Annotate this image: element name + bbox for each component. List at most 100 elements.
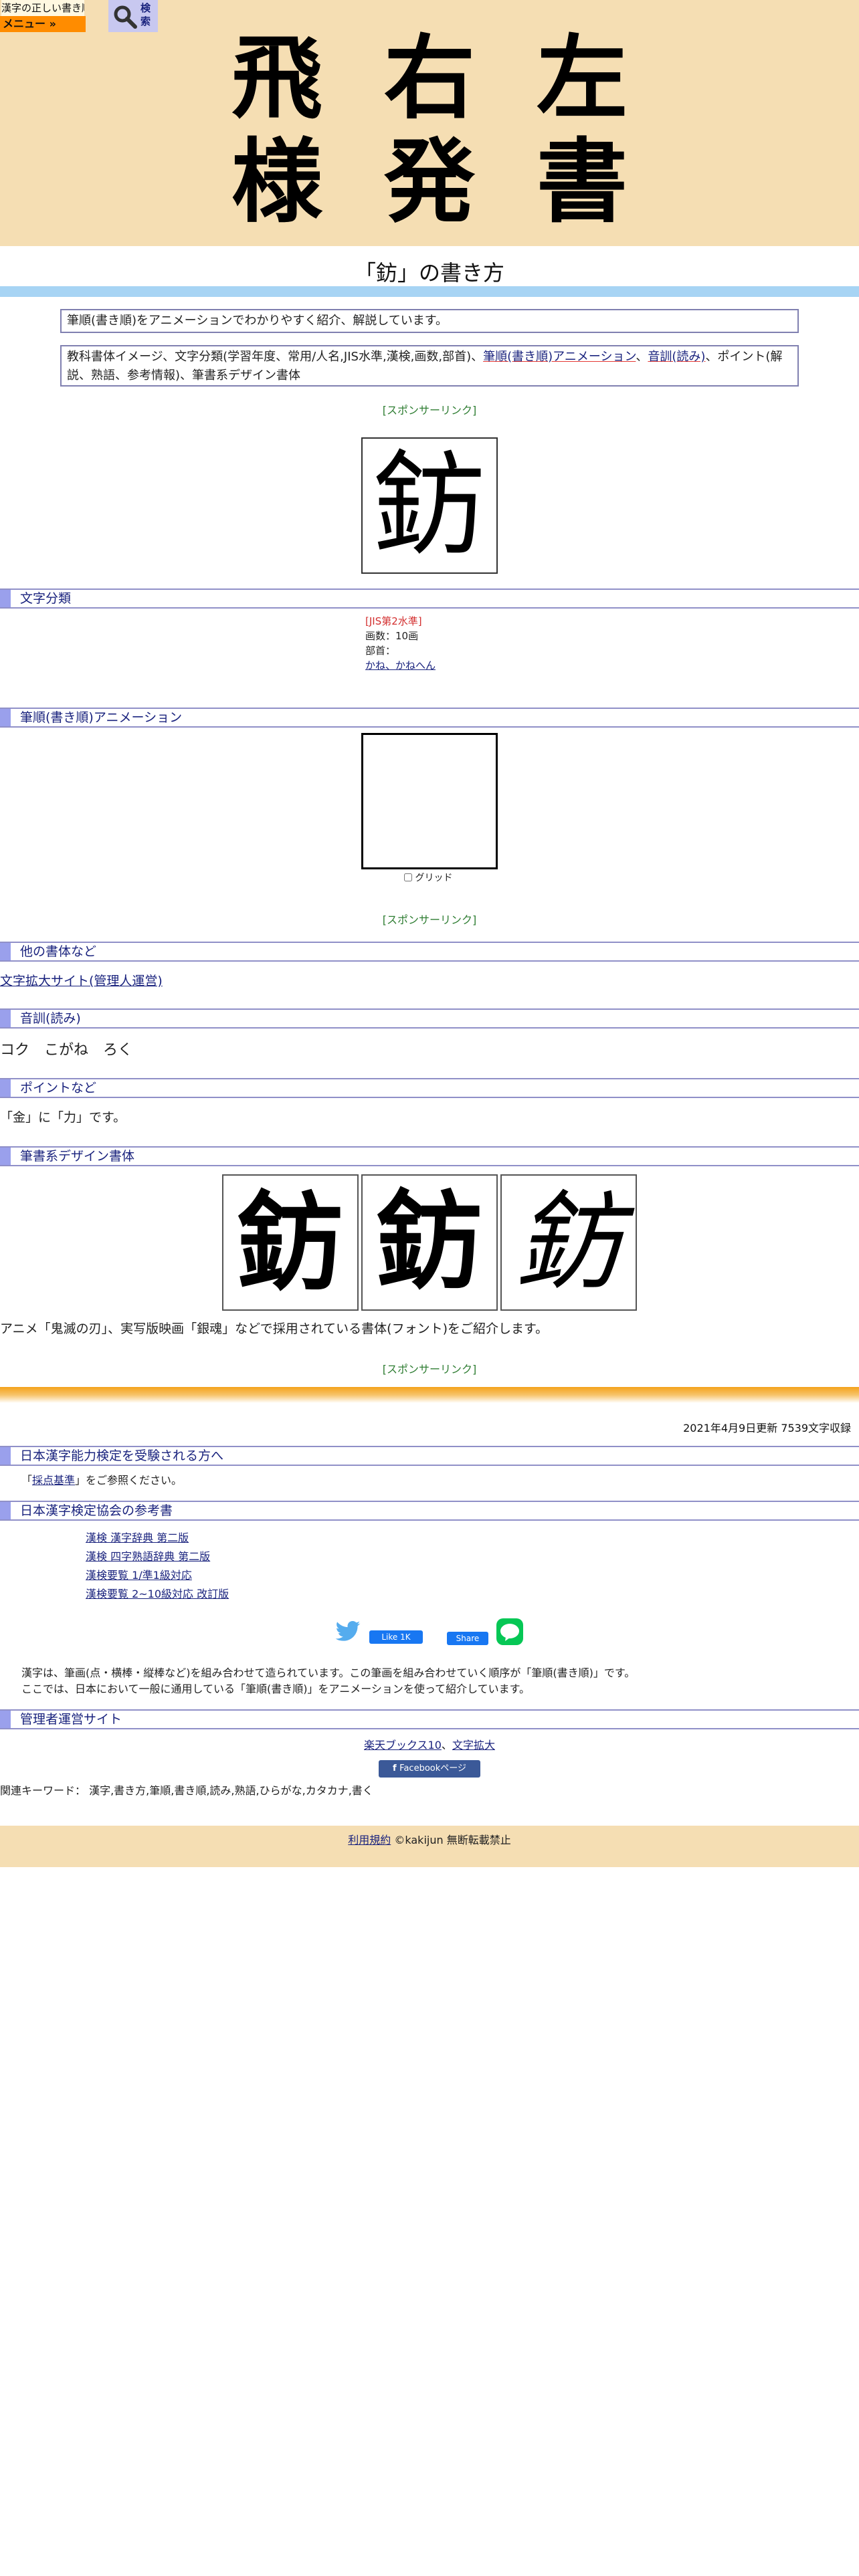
related-keywords: 関連キーワード： 漢字,書き方,筆順,書き順,読み,熟語,ひらがな,カタカナ,書…: [0, 1784, 373, 1797]
classification-info: [JIS第2水準] 画数：10画 部首： かね、かねへん: [365, 614, 436, 673]
reading-link[interactable]: 音訓(読み): [648, 350, 705, 364]
section-title: 筆順(書き順)アニメーション: [20, 710, 183, 725]
section-heading-animation: 筆順(書き順)アニメーション: [0, 708, 859, 728]
stroke-animation-canvas[interactable]: [361, 733, 498, 869]
section-title: 文字分類: [20, 591, 72, 606]
radical-label: 部首：: [365, 645, 396, 657]
hero-char: 左: [537, 25, 628, 132]
search-icon: [114, 5, 137, 29]
grid-label: グリッド: [415, 873, 453, 883]
description-line: ここでは、日本において一般に通用している「筆順(書き順)」をアニメーションを使っ…: [21, 1683, 531, 1695]
line-icon[interactable]: [496, 1618, 523, 1645]
section-marker: [0, 709, 11, 726]
rakuten-books-link[interactable]: 楽天ブックス10: [364, 1739, 442, 1751]
page-title: 「鈁」の書き方: [354, 260, 504, 286]
search-button[interactable]: 検索: [108, 0, 158, 32]
kanji-display: 鈁: [361, 437, 498, 574]
site-logo[interactable]: 漢字の正しい書き順(筆順) メニュー »: [0, 0, 86, 32]
grid-toggle[interactable]: グリッド: [404, 871, 452, 884]
hero-char: 発: [384, 128, 475, 235]
facebook-page-button[interactable]: f Facebookページ: [379, 1760, 480, 1778]
enlarge-site-link[interactable]: 文字拡大サイト(管理人運営): [0, 971, 163, 989]
section-marker: [0, 1010, 11, 1027]
section-marker: [0, 1447, 11, 1465]
kanken-reference: 「採点基準」をご参照ください。: [21, 1471, 182, 1487]
grid-checkbox[interactable]: [404, 873, 412, 881]
scoring-criteria-link[interactable]: 採点基準: [32, 1474, 75, 1487]
sponsor-label: [スポンサーリンク]: [382, 914, 477, 926]
footer: 利用規約 ©kakijun 無断転載禁止: [0, 1826, 859, 1867]
description-line: 漢字は、筆画(点・横棒・縦棒など)を組み合わせて造られています。この筆画を組み合…: [21, 1667, 636, 1679]
section-title: 日本漢字能力検定を受験される方へ: [20, 1448, 224, 1463]
search-label: 検索: [140, 2, 151, 27]
feature-text: 教科書体イメージ、文字分類(学習年度、常用/人名,JIS水準,漢検,画数,部首)…: [67, 350, 484, 364]
design-font-sample[interactable]: 鈁: [361, 1174, 498, 1311]
section-title: ポイントなど: [20, 1081, 97, 1095]
line-logo-icon: [500, 1624, 519, 1641]
hero-char: 書: [537, 128, 628, 235]
section-marker: [0, 1079, 11, 1097]
gradient-divider: [0, 1387, 859, 1403]
kanji-char: 鈁: [236, 1180, 344, 1305]
hero-char: 飛: [231, 25, 322, 132]
title-divider: [0, 286, 859, 297]
update-info: 2021年4月9日更新 7539文字収録: [683, 1422, 851, 1434]
radical-link[interactable]: かね、かねへん: [365, 659, 436, 671]
kanji-char: 鈁: [375, 1183, 483, 1302]
book-link[interactable]: 漢検 漢字辞典 第二版: [86, 1531, 189, 1544]
section-title: 音訓(読み): [20, 1011, 81, 1026]
section-heading-classification: 文字分類: [0, 588, 859, 609]
facebook-like-button[interactable]: Like 1K: [369, 1630, 423, 1644]
book-link[interactable]: 漢検要覧 1/準1級対応: [86, 1569, 192, 1582]
section-heading-design: 筆書系デザイン書体: [0, 1146, 859, 1166]
admin-links: 楽天ブックス10、文字拡大: [0, 1736, 859, 1752]
intro-box: 筆順(書き順)をアニメーションでわかりやすく紹介、解説しています。: [60, 309, 799, 333]
sponsor-label: [スポンサーリンク]: [382, 404, 477, 417]
copyright: ©kakijun 無断転載禁止: [394, 1834, 511, 1846]
kanji-char: 鈁: [514, 1180, 622, 1305]
section-title: 筆書系デザイン書体: [20, 1149, 135, 1164]
facebook-page-label: Facebookページ: [399, 1763, 466, 1774]
point-text: 「金」に「力」です。: [0, 1110, 126, 1125]
design-font-sample[interactable]: 鈁: [500, 1174, 637, 1311]
readings-text: コク こがね ろく: [0, 1042, 133, 1059]
section-heading-admin-sites: 管理者運営サイト: [0, 1709, 859, 1729]
book-link[interactable]: 漢検要覧 2~10級対応 改訂版: [86, 1588, 229, 1600]
stroke-order-link[interactable]: 筆順(書き順)アニメーション: [483, 350, 636, 364]
book-list: 漢検 漢字辞典 第二版 漢検 四字熟語辞典 第二版 漢検要覧 1/準1級対応 漢…: [86, 1529, 229, 1604]
section-marker: [0, 1148, 11, 1165]
section-marker: [0, 1711, 11, 1728]
hero-char: 右: [384, 25, 475, 132]
feature-box: 教科書体イメージ、文字分類(学習年度、常用/人名,JIS水準,漢検,画数,部首)…: [60, 345, 799, 387]
header: 漢字の正しい書き順(筆順) メニュー » 検索 飛 右 左 様 発 書: [0, 0, 859, 246]
section-heading-books: 日本漢字検定協会の参考書: [0, 1501, 859, 1521]
section-heading-kanken: 日本漢字能力検定を受験される方へ: [0, 1446, 859, 1466]
separator: 、: [441, 1739, 452, 1751]
section-heading-other-fonts: 他の書体など: [0, 942, 859, 962]
site-description: 漢字は、筆画(点・横棒・縦棒など)を組み合わせて造られています。この筆画を組み合…: [21, 1665, 635, 1697]
section-marker: [0, 943, 11, 960]
twitter-icon[interactable]: [333, 1618, 363, 1645]
design-note: アニメ「鬼滅の刃」、実写版映画「銀魂」などで採用されている書体(フォント)をご紹…: [0, 1321, 549, 1336]
facebook-share-button[interactable]: Share: [447, 1632, 488, 1645]
menu-button[interactable]: メニュー »: [0, 16, 86, 32]
terms-link[interactable]: 利用規約: [348, 1834, 391, 1846]
kanji-char: 鈁: [372, 439, 486, 572]
hero-char: 様: [231, 128, 322, 235]
sponsor-label: [スポンサーリンク]: [382, 1363, 477, 1376]
book-link[interactable]: 漢検 四字熟語辞典 第二版: [86, 1550, 210, 1563]
text-enlarge-link[interactable]: 文字拡大: [452, 1739, 495, 1751]
stroke-count: 画数：10画: [365, 630, 419, 642]
hero-calligraphy: 飛 右 左 様 発 書: [201, 27, 658, 234]
ref-prefix: 「: [21, 1474, 33, 1487]
section-marker: [0, 1502, 11, 1519]
section-title: 日本漢字検定協会の参考書: [20, 1503, 173, 1518]
section-heading-readings: 音訓(読み): [0, 1008, 859, 1029]
logo-text[interactable]: 漢字の正しい書き順(筆順): [1, 0, 84, 16]
ref-suffix: 」をご参照ください。: [75, 1474, 183, 1487]
section-heading-points: ポイントなど: [0, 1078, 859, 1098]
section-marker: [0, 590, 11, 607]
design-font-sample[interactable]: 鈁: [222, 1174, 359, 1311]
section-title: 管理者運営サイト: [20, 1712, 122, 1727]
jis-level: [JIS第2水準]: [365, 615, 422, 627]
